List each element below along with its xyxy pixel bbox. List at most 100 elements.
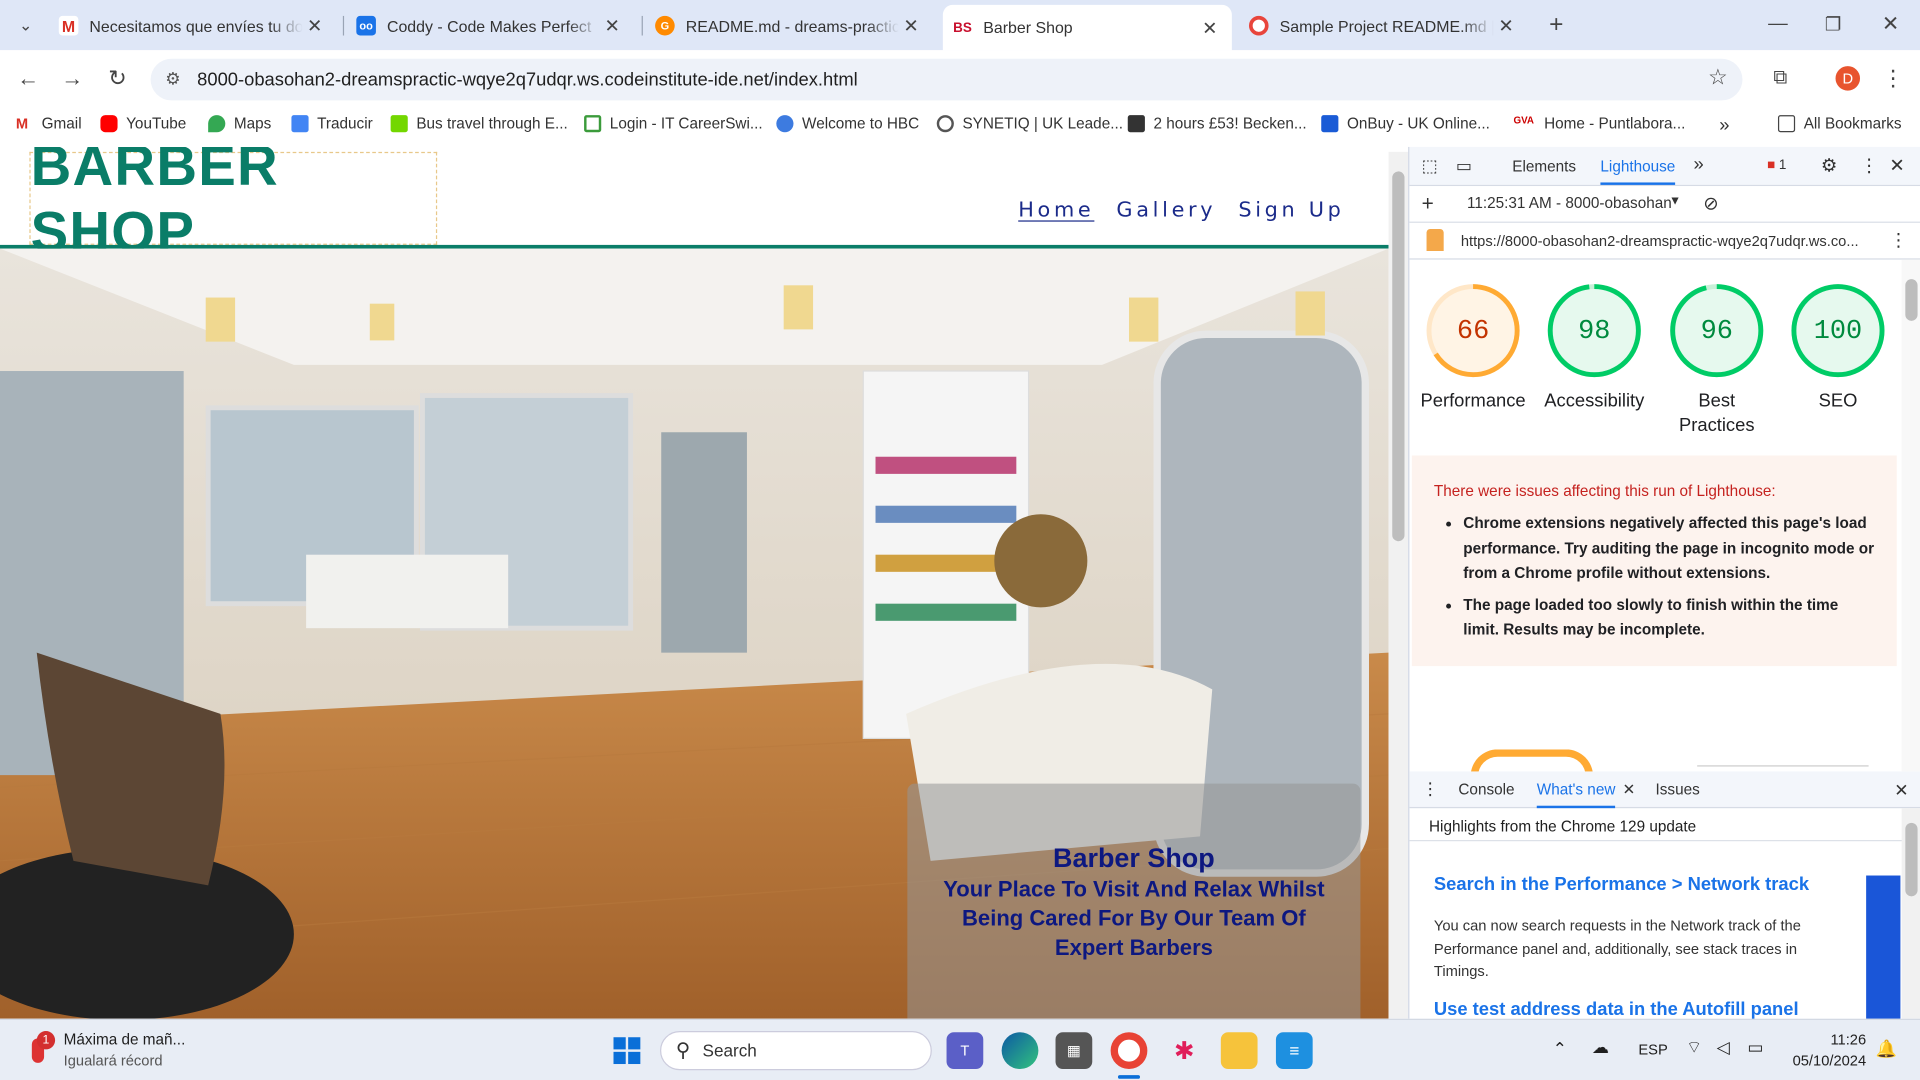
inspect-icon[interactable]: ⬚: [1422, 156, 1438, 177]
site-info-icon[interactable]: ⚙: [165, 69, 180, 90]
windows-start-icon[interactable]: [609, 1032, 646, 1069]
close-icon[interactable]: ✕: [899, 15, 923, 37]
nav-home[interactable]: Home: [1018, 198, 1094, 222]
lighthouse-icon: [1426, 228, 1444, 252]
window-close-icon[interactable]: ✕: [1873, 7, 1907, 41]
star-icon[interactable]: ☆: [1708, 65, 1728, 91]
notepad-icon[interactable]: ≡: [1275, 1032, 1313, 1069]
globe-icon: [936, 115, 954, 133]
weather-title[interactable]: Máxima de mañ...: [64, 1031, 186, 1048]
tab-search-chevron-icon[interactable]: ⌄: [9, 9, 43, 43]
close-icon[interactable]: ✕: [302, 15, 326, 37]
site-logo[interactable]: BARBER SHOP: [29, 147, 438, 263]
clock-date[interactable]: 05/10/2024: [1776, 1052, 1867, 1069]
more-bookmarks-chevron-icon[interactable]: »: [1719, 115, 1729, 136]
new-report-plus-icon[interactable]: +: [1422, 192, 1434, 216]
drawer-close-icon[interactable]: ✕: [1894, 780, 1908, 801]
tab-readme[interactable]: G README.md - dreams-practical ✕: [645, 7, 933, 44]
gva-icon: GVA: [1513, 115, 1534, 127]
devtools-close-icon[interactable]: ✕: [1889, 154, 1904, 177]
forward-arrow-icon[interactable]: →: [55, 61, 89, 95]
edge-icon[interactable]: [1001, 1032, 1039, 1069]
menu-kebab-icon[interactable]: ⋮: [1876, 61, 1910, 95]
report-url[interactable]: https://8000-obasohan2-dreamspractic-wqy…: [1461, 233, 1859, 250]
folder-icon: [1777, 115, 1796, 133]
reload-icon[interactable]: ↻: [100, 61, 134, 95]
record-icon: [1248, 15, 1269, 36]
notification-bell-icon[interactable]: 🔔: [1876, 1038, 1897, 1059]
issues-badge[interactable]: ■ 1: [1767, 158, 1786, 173]
tab-barber-shop[interactable]: BS Barber Shop ✕: [942, 4, 1232, 51]
slack-icon[interactable]: ✱: [1166, 1032, 1203, 1069]
nav-gallery[interactable]: Gallery: [1116, 198, 1216, 222]
feature-link-network-search[interactable]: Search in the Performance > Network trac…: [1434, 874, 1809, 895]
devtools-kebab-icon[interactable]: ⋮: [1860, 154, 1878, 177]
bookmark-hbc[interactable]: Welcome to HBC: [776, 115, 919, 133]
new-tab-plus-icon[interactable]: +: [1539, 7, 1573, 41]
tab-gmail[interactable]: M Necesitamos que envíes tu doc ✕: [49, 7, 337, 44]
gauge-label: Performance: [1420, 390, 1526, 412]
minimize-icon[interactable]: —: [1761, 7, 1795, 41]
report-selector[interactable]: 11:25:31 AM - 8000-obasohan: [1467, 195, 1672, 212]
back-arrow-icon[interactable]: ←: [11, 61, 45, 95]
report-scrollbar[interactable]: [1901, 259, 1920, 772]
bookmark-youtube[interactable]: YouTube: [100, 115, 186, 133]
bookmark-synetiq[interactable]: SYNETIQ | UK Leade...: [936, 115, 1123, 133]
restore-icon[interactable]: ❐: [1816, 7, 1850, 41]
bookmark-traducir[interactable]: Traducir: [291, 115, 373, 133]
input-language[interactable]: ESP: [1638, 1041, 1667, 1058]
drawer-scrollbar[interactable]: [1901, 808, 1920, 1019]
tab-lighthouse[interactable]: Lighthouse: [1600, 158, 1676, 185]
drawer-tab-console[interactable]: Console: [1458, 781, 1514, 798]
close-icon[interactable]: ✕: [600, 15, 624, 37]
bookmark-puntlabora[interactable]: GVA Home - Puntlabora...: [1513, 115, 1685, 132]
profile-avatar[interactable]: D: [1831, 61, 1865, 95]
gauge-performance[interactable]: 66 Performance: [1420, 282, 1526, 411]
bookmark-onbuy[interactable]: OnBuy - UK Online...: [1321, 115, 1490, 133]
gauge-seo[interactable]: 100 SEO: [1789, 282, 1887, 411]
bookmark-label: Home - Puntlabora...: [1544, 115, 1686, 133]
more-tabs-chevron-icon[interactable]: »: [1693, 154, 1703, 175]
feature-link-autofill[interactable]: Use test address data in the Autofill pa…: [1434, 999, 1799, 1020]
drawer-tab-issues[interactable]: Issues: [1656, 781, 1700, 798]
page-scrollbar[interactable]: [1388, 151, 1409, 1019]
close-icon[interactable]: ✕: [1198, 17, 1222, 39]
taskbar-search[interactable]: ⚲ Search: [660, 1031, 932, 1071]
address-bar[interactable]: ⚙ 8000-obasohan2-dreamspractic-wqye2q7ud…: [150, 58, 1743, 101]
close-icon[interactable]: ✕: [1494, 15, 1518, 37]
drawer-kebab-icon[interactable]: ⋮: [1422, 779, 1439, 800]
dropdown-caret-icon[interactable]: ▼: [1669, 195, 1681, 208]
tab-elements[interactable]: Elements: [1512, 158, 1576, 175]
chrome-icon[interactable]: [1110, 1032, 1148, 1069]
scroll-thumb[interactable]: [1392, 171, 1405, 542]
bookmark-maps[interactable]: Maps: [208, 115, 271, 133]
bookmark-bus-travel[interactable]: Bus travel through E...: [390, 115, 568, 133]
tab-sample-readme[interactable]: Sample Project README.md | P ✕: [1239, 7, 1528, 44]
bookmark-login[interactable]: Login - IT CareerSwi...: [584, 115, 763, 133]
extensions-icon[interactable]: ⧉: [1763, 61, 1797, 95]
all-bookmarks[interactable]: All Bookmarks: [1777, 115, 1902, 133]
close-icon[interactable]: ✕: [1622, 780, 1635, 798]
gauge-best-practices[interactable]: 96 Best Practices: [1668, 282, 1766, 436]
settings-gear-icon[interactable]: ⚙: [1821, 154, 1837, 177]
device-toolbar-icon[interactable]: ▭: [1456, 156, 1472, 177]
search-label: Search: [702, 1040, 757, 1061]
chevron-up-icon[interactable]: ⌃: [1553, 1038, 1567, 1059]
tab-coddy[interactable]: oo Coddy - Code Makes Perfect ✕: [347, 7, 635, 44]
teams-icon[interactable]: T: [946, 1032, 984, 1069]
drawer-tab-whats-new[interactable]: What's new: [1536, 781, 1616, 809]
bookmark-gmail[interactable]: M Gmail: [16, 115, 82, 132]
gauge-accessibility[interactable]: 98 Accessibility: [1544, 282, 1644, 411]
bookmark-beckenham[interactable]: 2 hours £53! Becken...: [1127, 115, 1307, 133]
report-kebab-icon[interactable]: ⋮: [1889, 229, 1907, 251]
weather-widget-icon[interactable]: 1: [27, 1031, 56, 1065]
clear-block-icon[interactable]: ⊘: [1703, 192, 1718, 214]
file-explorer-icon[interactable]: [1220, 1032, 1258, 1069]
calculator-icon[interactable]: ▦: [1055, 1032, 1093, 1069]
clock-time[interactable]: 11:26: [1788, 1031, 1866, 1048]
nav-sign-up[interactable]: Sign Up: [1238, 198, 1344, 222]
volume-icon[interactable]: ◁: [1717, 1037, 1730, 1058]
network-offline-icon[interactable]: ☁: [1592, 1037, 1609, 1058]
wifi-icon[interactable]: ⌔: [1686, 1037, 1702, 1059]
battery-icon[interactable]: ▭: [1747, 1037, 1763, 1058]
